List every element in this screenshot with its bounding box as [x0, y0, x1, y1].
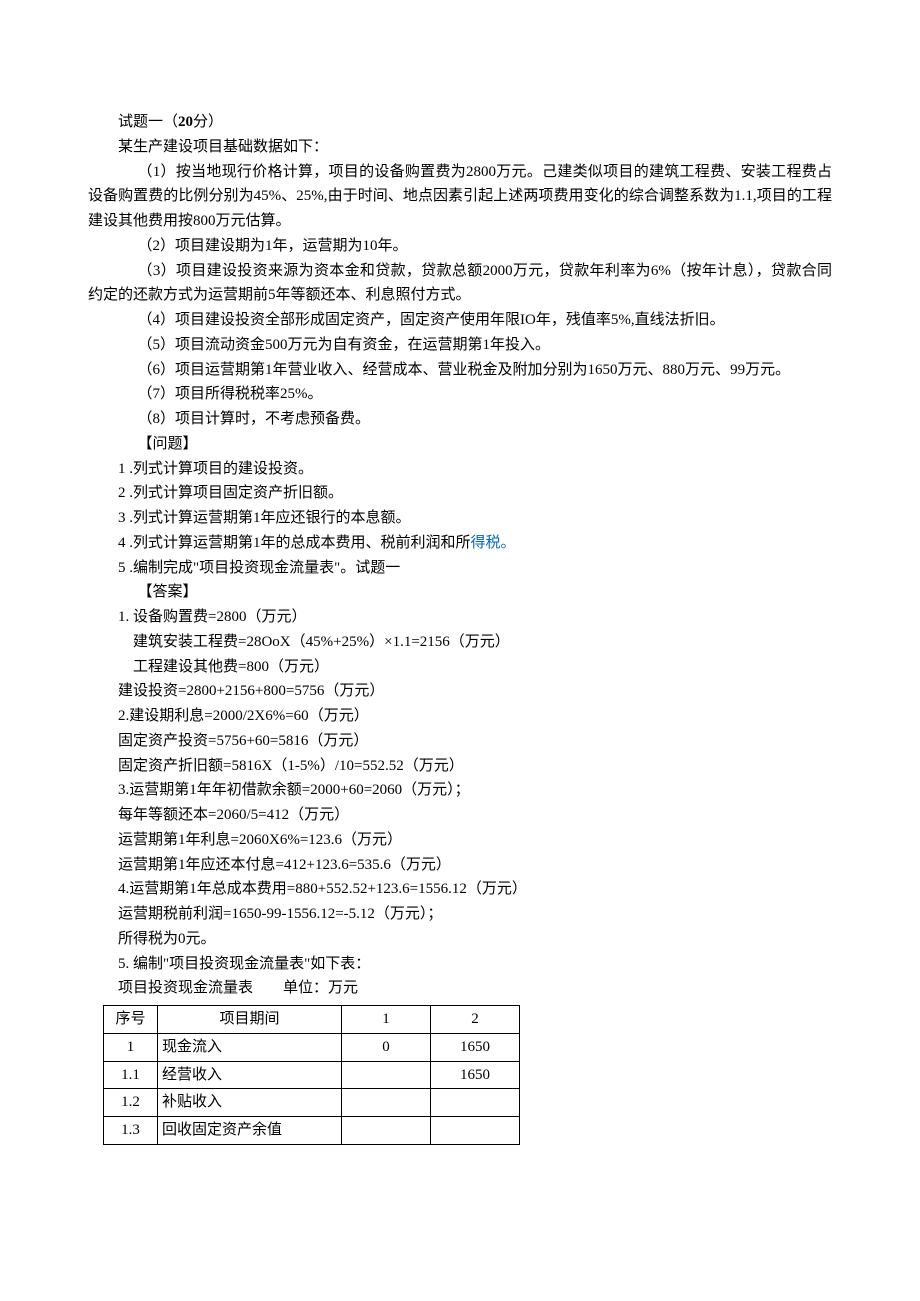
- question-4: 4 .列式计算运营期第1年的总成本费用、税前利润和所得税。: [88, 531, 832, 556]
- answer-2-line2: 固定资产投资=5756+60=5816（万元）: [88, 729, 832, 754]
- data-item-1: （1）按当地现行价格计算，项目的设备购置费为2800万元。己建类似项目的建筑工程…: [88, 160, 832, 234]
- answer-5-line1: 5. 编制"项目投资现金流量表"如下表：: [88, 952, 832, 977]
- question-5: 5 .编制完成"项目投资现金流量表"。试题一: [88, 556, 832, 581]
- title-prefix: 试题一（: [118, 114, 178, 130]
- answer-3-line1: 3.运营期第1年年初借款余额=2000+60=2060（万元）；: [88, 778, 832, 803]
- question-3: 3 .列式计算运营期第1年应还银行的本息额。: [88, 506, 832, 531]
- title-unit: 分: [193, 114, 208, 130]
- answer-4-line2: 运营期税前利润=1650-99-1556.12=-5.12（万元）；: [88, 902, 832, 927]
- answer-3-line2: 每年等额还本=2060/5=412（万元）: [88, 803, 832, 828]
- answer-3-line4: 运营期第1年应还本付息=412+123.6=535.6（万元）: [88, 853, 832, 878]
- answer-1-line3: 工程建设其他费=800（万元）: [88, 655, 832, 680]
- data-item-4: （4）项目建设投资全部形成固定资产，固定资产使用年限IO年，残值率5%,直线法折…: [88, 308, 832, 333]
- data-item-5: （5）项目流动资金500万元为自有资金，在运营期第1年投入。: [88, 333, 832, 358]
- th-item: 项目期间: [158, 1006, 342, 1034]
- question-header: 【问题】: [88, 432, 832, 457]
- table-row: 1.1 经营收入 1650: [104, 1061, 520, 1089]
- question-1: 1 .列式计算项目的建设投资。: [88, 457, 832, 482]
- intro-line: 某生产建设项目基础数据如下：: [88, 135, 832, 160]
- table-row: 1.3 回收固定资产余值: [104, 1117, 520, 1145]
- answer-1-line1: 1. 设备购置费=2800（万元）: [88, 605, 832, 630]
- th-col1: 1: [342, 1006, 431, 1034]
- data-item-8: （8）项目计算时，不考虑预备费。: [88, 407, 832, 432]
- title-points: 20: [178, 114, 193, 130]
- answer-1-line4: 建设投资=2800+2156+800=5756（万元）: [88, 679, 832, 704]
- answer-4-line1: 4.运营期第1年总成本费用=880+552.52+123.6=1556.12（万…: [88, 877, 832, 902]
- table-header-row: 序号 项目期间 1 2: [104, 1006, 520, 1034]
- answer-2-line1: 2.建设期利息=2000/2X6%=60（万元）: [88, 704, 832, 729]
- data-item-2: （2）项目建设期为1年，运营期为10年。: [88, 234, 832, 259]
- answer-1-line2: 建筑安装工程费=28OoX（45%+25%）×1.1=2156（万元）: [88, 630, 832, 655]
- table-row: 1.2 补贴收入: [104, 1089, 520, 1117]
- answer-5-caption: 项目投资现金流量表 单位：万元: [88, 976, 832, 1001]
- tax-link[interactable]: 得税。: [471, 535, 516, 551]
- answer-3-line3: 运营期第1年利息=2060X6%=123.6（万元）: [88, 828, 832, 853]
- data-item-7: （7）项目所得税税率25%。: [88, 382, 832, 407]
- data-item-6: （6）项目运营期第1年营业收入、经营成本、营业税金及附加分别为1650万元、88…: [88, 358, 832, 383]
- question-title: 试题一（20分）: [88, 110, 832, 135]
- question-2: 2 .列式计算项目固定资产折旧额。: [88, 481, 832, 506]
- th-seq: 序号: [104, 1006, 158, 1034]
- title-close: ）: [208, 114, 223, 130]
- cashflow-table: 序号 项目期间 1 2 1 现金流入 0 1650 1.1 经营收入 1650 …: [103, 1005, 520, 1145]
- table-row: 1 现金流入 0 1650: [104, 1033, 520, 1061]
- answer-2-line3: 固定资产折旧额=5816X（1-5%）/10=552.52（万元）: [88, 754, 832, 779]
- data-item-3: （3）项目建设投资来源为资本金和贷款，贷款总额2000万元，贷款年利率为6%（按…: [88, 259, 832, 309]
- th-col2: 2: [431, 1006, 520, 1034]
- answer-4-line3: 所得税为0元。: [88, 927, 832, 952]
- answer-header: 【答案】: [88, 580, 832, 605]
